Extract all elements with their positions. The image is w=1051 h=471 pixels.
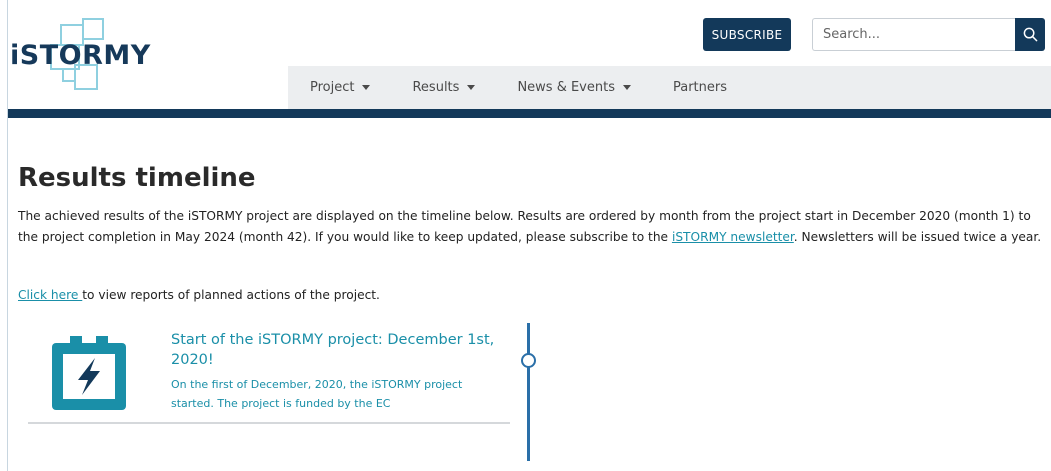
subscribe-button[interactable]: SUBSCRIBE [703,18,791,51]
planned-text: to view reports of planned actions of th… [82,288,380,302]
caret-down-icon [622,85,631,90]
page-left-border [7,0,8,471]
nav-item-partners[interactable]: Partners [673,80,727,95]
planned-actions-paragraph: Click here to view reports of planned ac… [18,288,380,302]
header-divider-bar [8,109,1051,118]
caret-down-icon [362,85,371,90]
intro-text-end: . Newsletters will be issued twice a yea… [793,230,1042,244]
nav-item-results[interactable]: Results [412,80,476,95]
timeline-item-text: On the first of December, 2020, the iSTO… [171,378,463,410]
intro-paragraph: The achieved results of the iSTORMY proj… [18,206,1044,248]
nav-label: Partners [672,80,728,95]
timeline-line [527,323,530,461]
battery-bolt-icon [52,336,126,410]
timeline-node [521,353,536,368]
nav-label: News & Events [517,80,615,95]
search-button[interactable] [1015,18,1045,51]
main-nav: Project Results News & Events Partners [288,66,1051,109]
nav-label: Results [412,80,460,95]
istormy-logo[interactable]: iSTORMY [10,18,160,94]
page-title: Results timeline [18,163,256,193]
logo-square [82,18,104,40]
nav-item-project[interactable]: Project [310,80,371,95]
search-icon [1023,27,1037,42]
click-here-link[interactable]: Click here [18,288,82,302]
search-input[interactable] [812,18,1015,51]
timeline-card[interactable]: Start of the iSTORMY project: December 1… [28,320,510,424]
timeline-item-title[interactable]: Start of the iSTORMY project: December 1… [171,330,501,370]
logo-text: iSTORMY [10,40,151,71]
search-form [812,18,1045,51]
newsletter-link[interactable]: iSTORMY newsletter [672,230,794,244]
nav-label: Project [310,80,355,95]
caret-down-icon [467,85,476,90]
nav-item-news-events[interactable]: News & Events [517,80,631,95]
